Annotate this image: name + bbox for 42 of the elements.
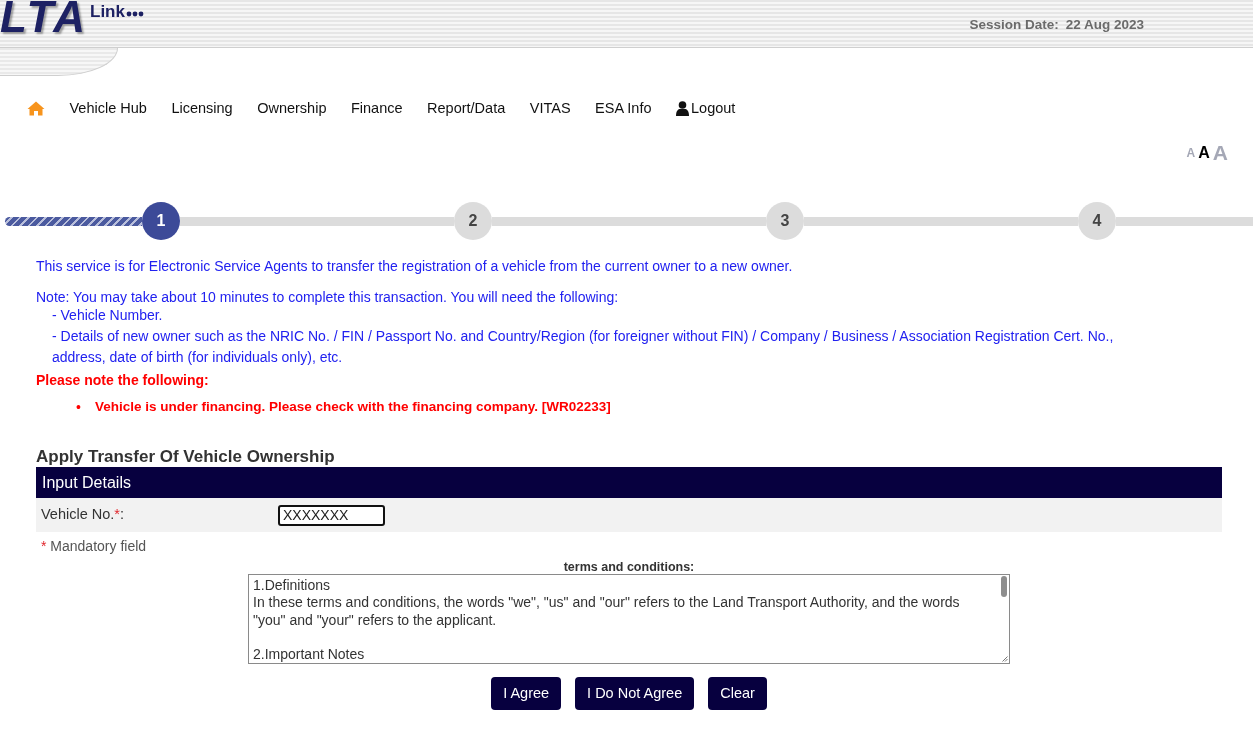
terms-textarea[interactable]: 1.Definitions In these terms and conditions, the words "we", "us" and "our" refers to the Land Transport Authority, and the words "you" and "your" refers to the applicant. 2.Important Notes (248, 574, 1010, 664)
list-bullet: • (76, 398, 81, 417)
font-size-option[interactable]: A (1198, 143, 1210, 163)
dots-icon (125, 11, 144, 17)
warning-item: Vehicle is under financing. Please check with the financing company. [WR02233] (94, 398, 611, 416)
field-label: Vehicle No.*: (41, 505, 126, 525)
nav-link[interactable]: Ownership (257, 95, 327, 121)
logo-subtext: Link (90, 2, 125, 22)
form-title: Apply Transfer Of Vehicle Ownership (36, 447, 336, 467)
terms-text: In these terms and conditions, the words "we", "us" and "our" refers to the Land Transport Authority, and the words "you" and "your" refers to the applicant. (253, 594, 961, 629)
step-circle: 1 (142, 202, 180, 240)
step-circle: 3 (766, 202, 804, 240)
logout-link[interactable]: Logout (676, 95, 736, 121)
warning-title: Please note the following: (36, 371, 210, 390)
terms-title: terms and conditions: (562, 560, 696, 574)
logo: LTA (0, 0, 89, 37)
section-header: Input Details (36, 467, 1222, 498)
vehicle-number-field[interactable]: XXXXXXX (278, 504, 385, 526)
requirement-item: - Details of new owner such as the NRIC No. / FIN / Passport No. and Country/Region (for foreigner without FIN) / Company / Business / Association Registration Cert. No., address, date of birth (for individuals only), etc. (52, 327, 1115, 367)
intro-text: This service is for Electronic Service Agents to transfer the registration of a vehicle from the current owner to a new owner. (36, 257, 794, 275)
scrollbar-thumb[interactable] (1001, 576, 1007, 597)
home-icon[interactable] (27, 100, 45, 116)
step-circle: 4 (1078, 202, 1116, 240)
resize-grip-icon (1002, 656, 1008, 662)
action-button[interactable]: Clear (708, 677, 767, 710)
nav-link[interactable]: Licensing (171, 95, 233, 121)
terms-heading: 1.Definitions (253, 577, 332, 595)
note-text: Note: You may take about 10 minutes to complete this transaction. You will need the following: (36, 289, 620, 305)
action-button[interactable]: I Do Not Agree (575, 677, 695, 710)
nav-link[interactable]: Report/Data (427, 95, 506, 121)
step-circle: 2 (454, 202, 492, 240)
nav-link[interactable]: Finance (350, 95, 403, 121)
session-label: Session Date: (969, 16, 1059, 34)
nav-link[interactable]: ESA Info (595, 95, 652, 121)
requirement-item: - Vehicle Number. (52, 306, 164, 325)
nav-link[interactable]: Vehicle Hub (69, 95, 147, 121)
user-icon (676, 100, 689, 116)
action-button[interactable]: I Agree (491, 677, 562, 710)
nav-link[interactable]: VITAS (529, 95, 571, 121)
session-date: 22 Aug 2023 (1065, 16, 1144, 34)
terms-heading: 2.Important Notes (253, 646, 366, 663)
mandatory-note: * Mandatory field (40, 537, 148, 556)
